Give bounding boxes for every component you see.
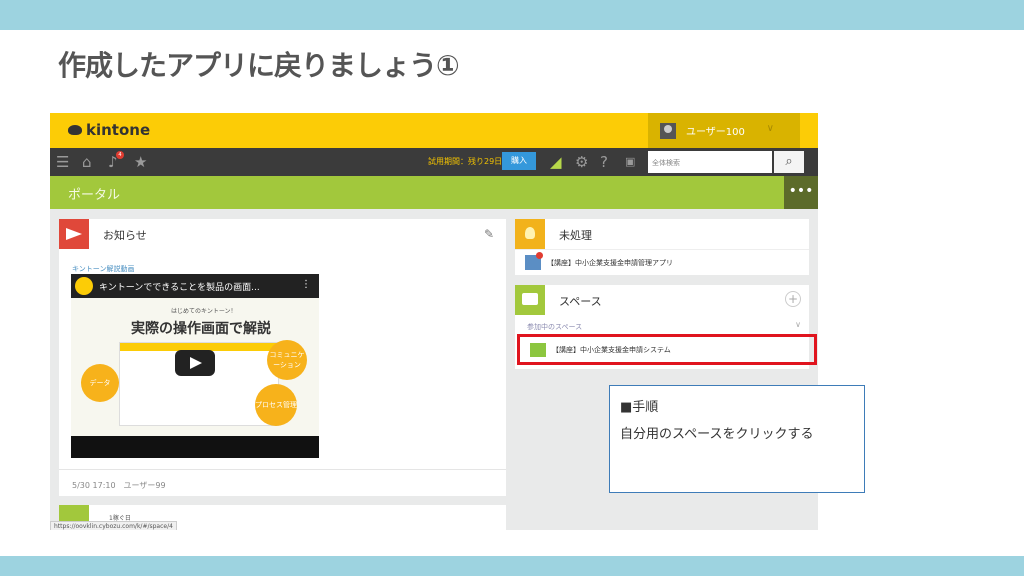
chevron-down-icon[interactable]: ∨ bbox=[795, 320, 801, 329]
home-icon[interactable]: ⌂ bbox=[82, 153, 92, 171]
video-player[interactable]: キントーンでできることを製品の画面... ⋮ はじめてのキントーン！ 実際の操作… bbox=[71, 274, 319, 458]
user-menu[interactable]: ユーザー100 ∨ bbox=[648, 113, 800, 148]
top-band bbox=[0, 0, 1024, 30]
portal-title: ポータル bbox=[68, 188, 121, 203]
channel-icon bbox=[75, 277, 93, 295]
divider bbox=[515, 249, 809, 250]
video-bottom-bar bbox=[71, 436, 319, 458]
divider bbox=[59, 469, 506, 470]
instruction-body: 自分用のスペースをクリックする bbox=[620, 427, 814, 442]
notification-badge: 4 bbox=[116, 151, 124, 159]
video-title-bar: キントーンでできることを製品の画面... ⋮ bbox=[71, 274, 319, 298]
video-title: キントーンでできることを製品の画面... bbox=[99, 283, 260, 293]
search-icon[interactable]: ⌕ bbox=[774, 151, 804, 173]
video-link[interactable]: キントーン解説動画 bbox=[72, 264, 134, 274]
notice-title: お知らせ bbox=[103, 229, 147, 242]
slide-title: 作成したアプリに戻りましょう① bbox=[58, 49, 460, 82]
pending-card: 未処理 【講座】中小企業支援金申請管理アプリ bbox=[515, 219, 809, 275]
megaphone-icon bbox=[59, 219, 89, 249]
kintone-nav: ☰ ⌂ ♪ 4 ★ 試用期間：残り29日 購入 ◢ ⚙ ? ▣ 全体検索 ⌕ bbox=[50, 148, 818, 176]
lightbulb-icon bbox=[515, 219, 545, 249]
bubble-process: プロセス管理 bbox=[255, 384, 297, 426]
more-options-icon[interactable]: ••• bbox=[784, 176, 818, 209]
menu-icon[interactable]: ☰ bbox=[56, 153, 69, 171]
chevron-down-icon: ∨ bbox=[766, 123, 774, 134]
space-chat-icon bbox=[515, 285, 545, 315]
space-icon bbox=[530, 343, 546, 357]
help-icon[interactable]: ? bbox=[600, 153, 608, 171]
video-subtitle: はじめてのキントーン！ bbox=[171, 308, 237, 315]
bottom-band bbox=[0, 556, 1024, 576]
pending-badge bbox=[536, 252, 543, 259]
space-item-highlighted[interactable]: 【講座】中小企業支援金申請システム bbox=[517, 334, 817, 365]
search-input[interactable]: 全体検索 bbox=[648, 151, 772, 173]
pending-title: 未処理 bbox=[559, 229, 592, 242]
joined-spaces-label: 参加中のスペース bbox=[527, 323, 583, 331]
notice-meta: 5/30 17:10 ユーザー99 bbox=[72, 481, 166, 490]
add-space-icon[interactable]: + bbox=[785, 291, 801, 307]
status-bar-url: https://oovklin.cybozu.com/k/#/space/4 bbox=[50, 521, 177, 530]
instruction-heading: ■手順 bbox=[620, 400, 659, 415]
buy-button[interactable]: 購入 bbox=[502, 152, 536, 170]
edit-icon[interactable]: ✎ bbox=[484, 227, 494, 241]
spaces-title: スペース bbox=[559, 295, 602, 308]
beginner-icon[interactable]: ◢ bbox=[550, 153, 562, 171]
spaces-card: スペース + 参加中のスペース ∨ 【講座】中小企業支援金申請システム bbox=[515, 285, 817, 369]
trial-remaining: 試用期間：残り29日 bbox=[428, 157, 503, 166]
bubble-data: データ bbox=[81, 364, 119, 402]
instruction-box: ■手順 自分用のスペースをクリックする bbox=[609, 385, 865, 493]
kintone-header: kintone ユーザー100 ∨ bbox=[50, 113, 818, 148]
pending-item[interactable]: 【講座】中小企業支援金申請管理アプリ bbox=[547, 258, 673, 268]
portal-bar: ポータル ••• bbox=[50, 176, 818, 209]
video-headline: 実際の操作画面で解説 bbox=[131, 321, 271, 337]
play-icon[interactable] bbox=[175, 350, 215, 376]
kintone-logo-text: kintone bbox=[86, 121, 151, 139]
user-avatar-icon bbox=[660, 122, 676, 139]
star-icon[interactable]: ★ bbox=[134, 153, 147, 171]
notice-card: お知らせ ✎ キントーン解説動画 キントーンでできることを製品の画面... ⋮ … bbox=[59, 219, 506, 496]
kintone-logo[interactable]: kintone bbox=[68, 121, 150, 139]
user-name: ユーザー100 bbox=[686, 127, 745, 138]
space-item-label: 【講座】中小企業支援金申請システム bbox=[552, 346, 671, 354]
gear-icon[interactable]: ⚙ bbox=[575, 153, 588, 171]
kintone-logo-icon bbox=[68, 125, 82, 135]
bubble-communication: コミュニケーション bbox=[267, 340, 307, 380]
app-icon[interactable]: ▣ bbox=[625, 153, 635, 171]
kebab-icon[interactable]: ⋮ bbox=[301, 279, 311, 290]
